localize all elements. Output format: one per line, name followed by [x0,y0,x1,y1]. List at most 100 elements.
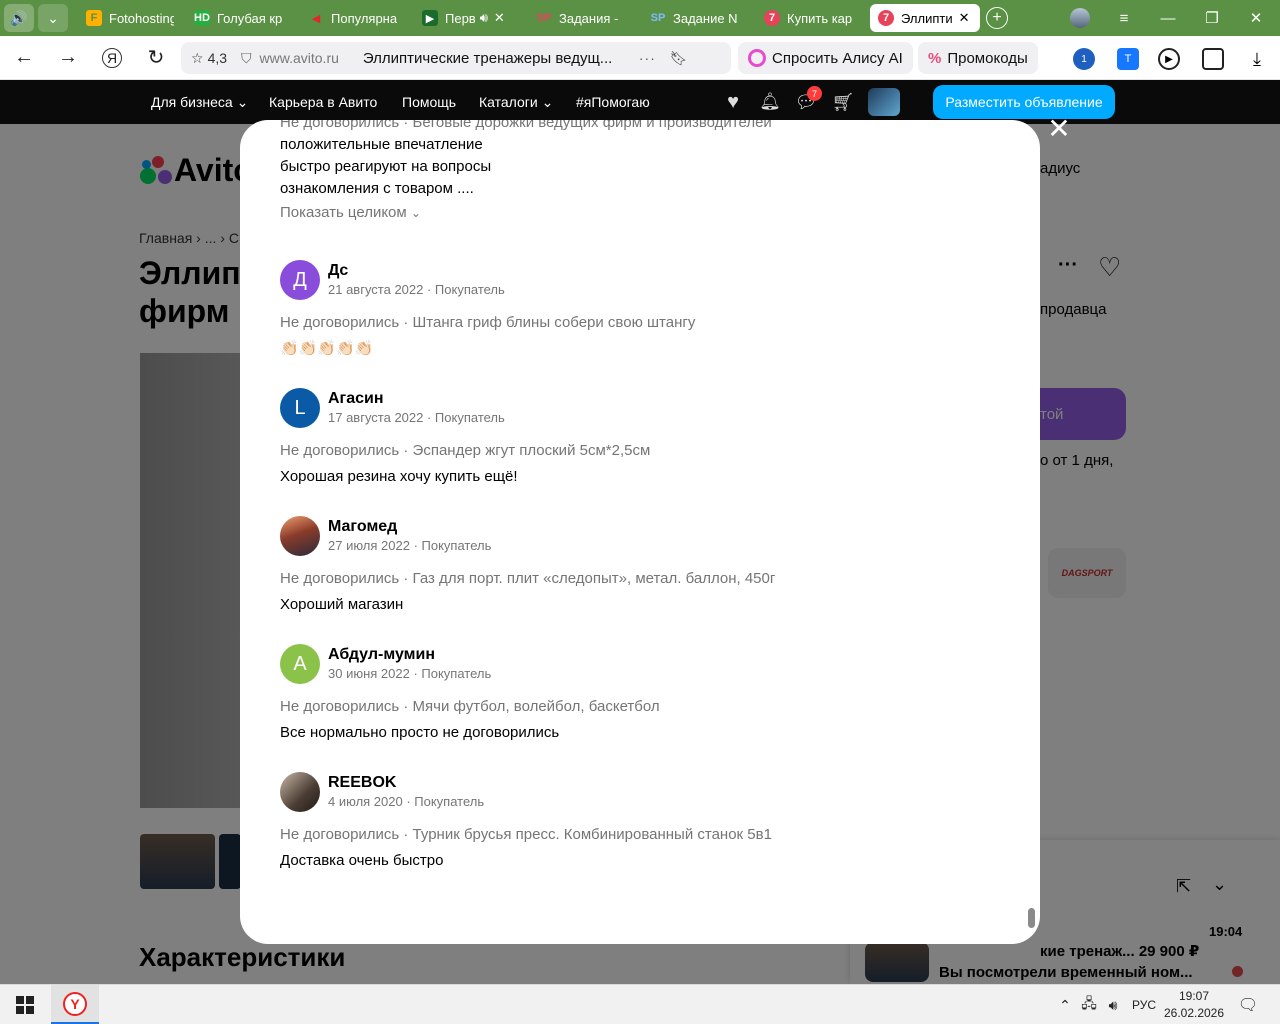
review-item: Магомед 27 июля 2022 · Покупатель Не дог… [280,516,980,616]
reviews-list[interactable]: Не договорились · Беговые дорожки ведущи… [240,120,1040,944]
reviewer-name[interactable]: Магомед [328,517,491,537]
review-date: 17 августа 2022 · Покупатель [328,410,505,425]
tab-label: Fotohosting [109,10,174,26]
show-more-link[interactable]: Показать целиком ⌄ [280,204,980,221]
back-icon[interactable]: ← [4,38,44,78]
review-deal: Не договорились · Газ для порт. плит «сл… [280,570,776,587]
tab-favicon-icon: ▶ [422,10,438,26]
url-domain: www.avito.ru [259,50,339,66]
review-deal: Не договорились · Мячи футбол, волейбол,… [280,698,660,715]
review-deal: Не договорились · Штанга гриф блины собе… [280,314,696,331]
tab-favicon-icon: F [86,10,102,26]
extension-shield-icon[interactable]: 1 [1073,48,1095,70]
review-date: 30 июня 2022 · Покупатель [328,666,492,681]
favorites-heart-icon[interactable]: ♥ [721,90,745,114]
nav-catalogs[interactable]: Каталоги ⌄ [479,94,553,111]
review-text-line: положительные впечатление [280,136,483,153]
reviewer-avatar[interactable]: L [280,388,320,428]
yandex-icon[interactable]: Я [92,38,132,78]
tray-chevron-up-icon[interactable]: ⌃ [1054,985,1076,1024]
tab-close-icon[interactable]: ✕ [959,10,970,26]
notifications-bell-icon[interactable]: 🔔︎ [758,90,782,114]
menu-icon[interactable]: ≡ [1102,0,1146,36]
review-deal: Не договорились · Эспандер жгут плоский … [280,442,651,459]
windows-start-icon[interactable] [0,985,50,1024]
reviewer-avatar[interactable] [280,516,320,556]
chevron-down-icon[interactable]: ⌄ [38,4,68,32]
browser-tab[interactable]: 7 Купить кар [756,4,866,32]
notifications-icon[interactable]: 🗨︎ [1234,985,1262,1024]
tab-close-icon[interactable]: ✕ [494,10,505,26]
network-icon[interactable]: 🖧︎ [1078,985,1100,1024]
shield-icon[interactable]: ⛉ [241,50,252,67]
language-indicator[interactable]: РУС [1128,985,1160,1024]
browser-tab[interactable]: SP Задания - [528,4,638,32]
ask-alice-button[interactable]: Спросить Алису AI [738,42,913,74]
browser-tab[interactable]: ◀ Популярна [300,4,410,32]
more-icon[interactable]: ··· [639,50,656,66]
reviewer-avatar[interactable] [280,772,320,812]
nav-business[interactable]: Для бизнеса ⌄ [151,94,248,111]
review-text: 👏🏻👏🏻👏🏻👏🏻👏🏻 [280,340,374,357]
collections-icon[interactable] [1202,48,1224,70]
url-field[interactable]: ☆ 4,3 ⛉ www.avito.ru Эллиптические тренаж… [181,42,731,74]
review-text-line: ознакомления с товаром .... [280,180,474,197]
messages-badge: 7 [807,86,822,101]
review-item: Д Дс 21 августа 2022 · Покупатель Не дог… [280,260,980,360]
browser-tab[interactable]: SP Задание N [642,4,752,32]
reviewer-avatar[interactable]: Д [280,260,320,300]
review-deal: Не договорились · Беговые дорожки ведущи… [280,120,772,131]
clock[interactable]: 19:07 26.02.2026 [1162,988,1226,1022]
browser-tab[interactable]: 7 Эллипти ✕ [870,4,980,32]
bookmark-icon[interactable]: 🔖︎ [670,50,688,67]
restore-icon[interactable]: ❐ [1190,0,1234,36]
close-window-icon[interactable]: ✕ [1234,0,1278,36]
close-modal-icon[interactable]: ✕ [1046,115,1072,144]
video-play-icon[interactable]: ▶ [1158,48,1180,70]
browser-tabstrip: 🔊 ⌄ F Fotohosting HD Голубая кр ◀ Популярна ▶ П… [0,0,1280,36]
nav-ihelp[interactable]: #яПомогаю [576,94,650,110]
site-rating[interactable]: ☆ 4,3 [191,50,227,67]
browser-tab[interactable]: F Fotohosting [78,4,182,32]
nav-help[interactable]: Помощь [402,94,456,110]
promo-button[interactable]: % Промокоды [918,42,1038,74]
review-text: Хорошая резина хочу купить ещё! [280,468,518,485]
url-page-title: Эллиптические тренажеры ведущ... [362,49,613,67]
yandex-browser-taskbar-icon[interactable]: Y [51,985,99,1024]
tab-favicon-icon: HD [194,10,210,26]
reviewer-name[interactable]: Дс [328,261,505,281]
browser-tab[interactable]: ▶ Перв 🔊︎ ✕ [414,4,524,32]
review-text: Доставка очень быстро [280,852,444,869]
reviewer-name[interactable]: Агасин [328,389,505,409]
avito-top-nav: Для бизнеса ⌄ Карьера в Авито Помощь Кат… [0,80,1280,124]
profile-icon[interactable] [1070,8,1090,28]
extension-translate-icon[interactable]: T [1117,48,1139,70]
sound-icon[interactable]: 🔊 [4,4,34,32]
reload-icon[interactable]: ↻ [136,38,176,78]
tab-favicon-icon: 7 [764,10,780,26]
user-avatar[interactable] [868,88,900,116]
cart-icon[interactable]: 🛒︎ [831,90,855,114]
review-text: Хороший магазин [280,596,404,613]
forward-icon[interactable]: → [48,38,88,78]
volume-icon[interactable]: 🔊︎ [1102,985,1124,1024]
minimize-icon[interactable]: — [1146,0,1190,36]
address-bar: ← → Я ↻ ☆ 4,3 ⛉ www.avito.ru Эллиптически… [0,36,1280,80]
modal-scrollbar[interactable] [1028,908,1035,928]
download-icon[interactable]: ⤓ [1246,48,1268,70]
alice-icon [748,49,766,67]
reviewer-name[interactable]: Абдул-мумин [328,645,491,665]
post-ad-button[interactable]: Разместить объявление [933,85,1115,119]
percent-icon: % [928,49,942,67]
tab-label: Задания - [559,10,619,26]
reviewer-name[interactable]: REEBOK [328,773,484,793]
clock-time: 19:07 [1178,989,1210,1003]
browser-tab[interactable]: HD Голубая кр [186,4,296,32]
reviews-modal: Не договорились · Беговые дорожки ведущи… [240,120,1040,944]
reviewer-avatar[interactable]: А [280,644,320,684]
new-tab-button[interactable]: + [986,7,1008,29]
tab-favicon-icon: SP [650,10,666,26]
tab-audio-icon[interactable]: 🔊︎ [480,10,488,26]
tab-label: Перв [445,10,476,26]
nav-career[interactable]: Карьера в Авито [269,94,377,110]
